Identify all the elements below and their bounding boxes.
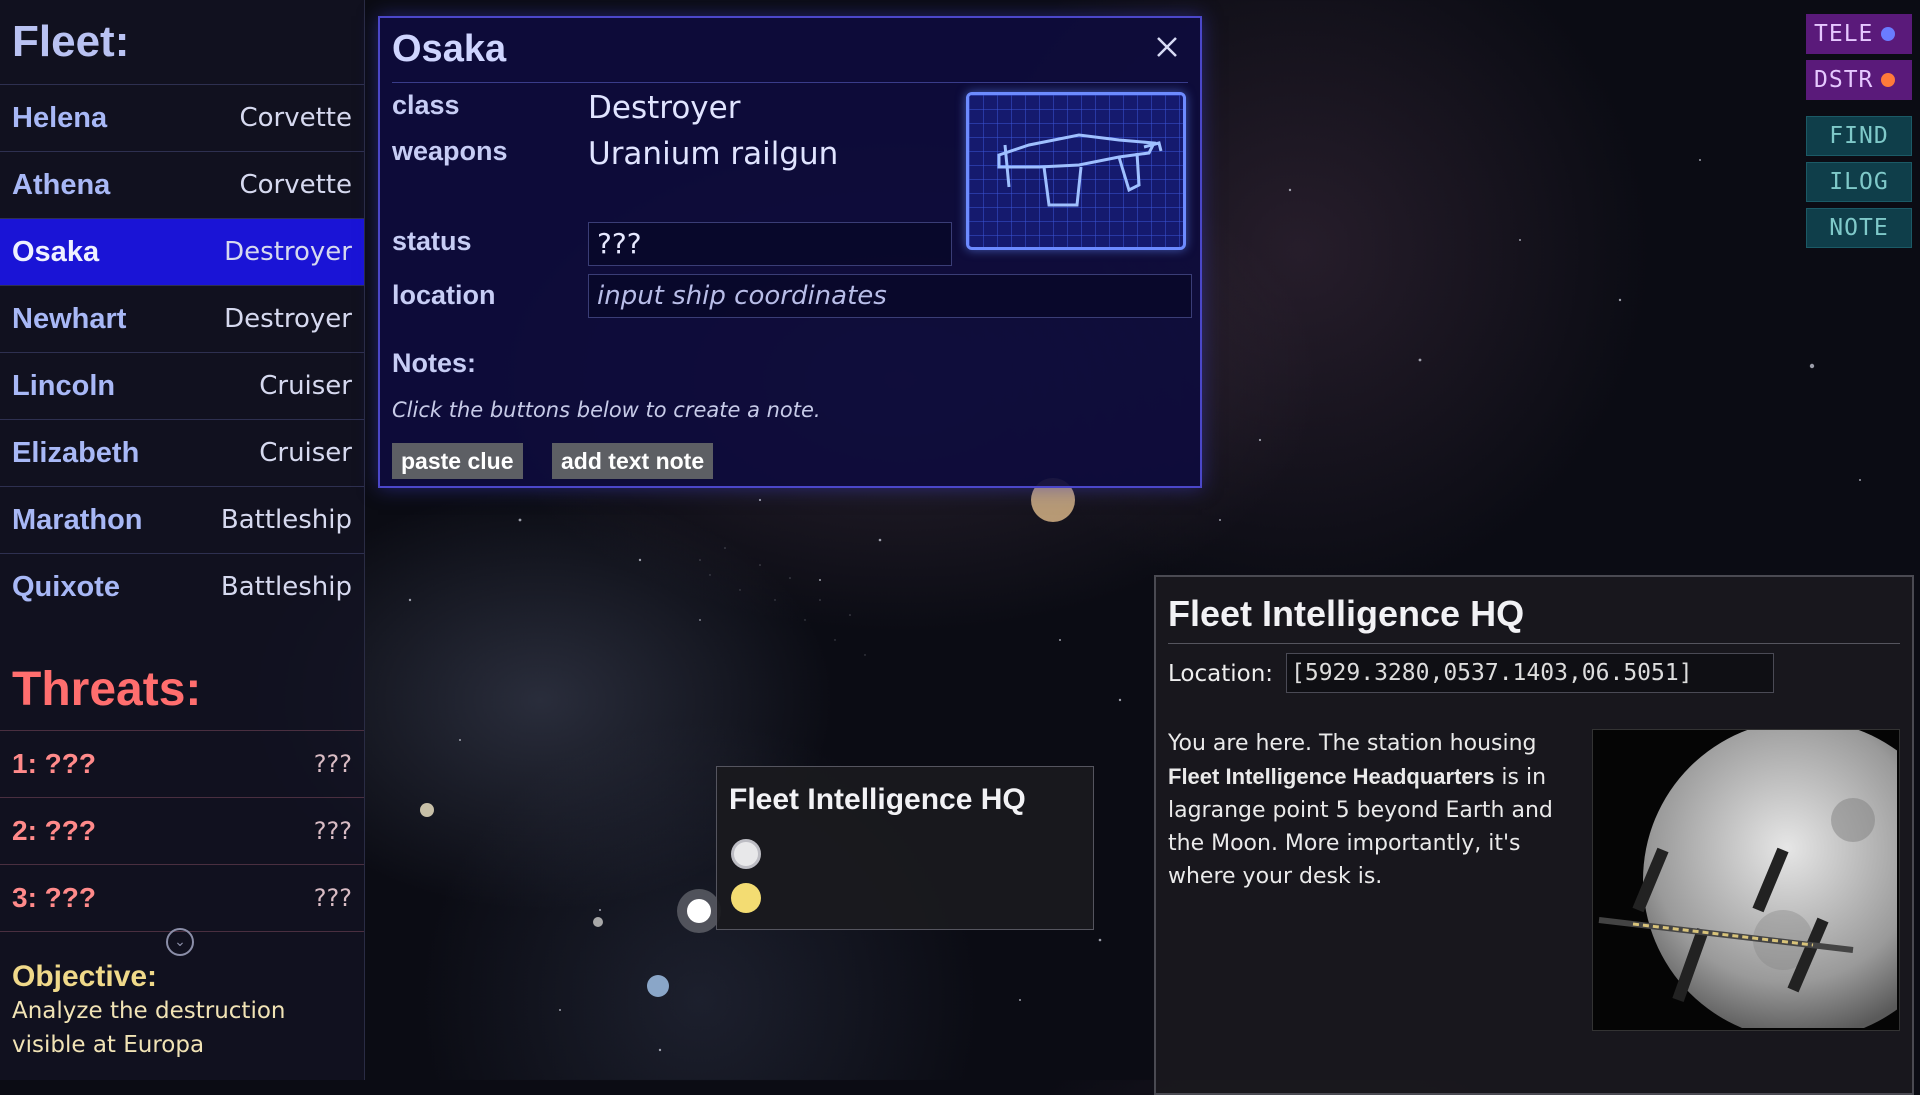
threat-value: ???	[313, 750, 352, 778]
fleet-title: Fleet:	[12, 17, 130, 66]
tele-button[interactable]: TELE	[1806, 14, 1912, 54]
status-input[interactable]: ???	[588, 222, 952, 266]
ship-details-dialog: Osaka class Destroyer weapons Uranium ra…	[378, 16, 1202, 488]
ship-class: Corvette	[239, 170, 352, 200]
status-label: status	[392, 226, 472, 256]
threat-item-2[interactable]: 2: ??? ???	[0, 797, 364, 864]
threat-value: ???	[313, 817, 352, 845]
add-text-note-button[interactable]: add text note	[552, 443, 714, 479]
ship-name: Newhart	[12, 302, 127, 335]
divider	[1168, 643, 1900, 644]
chevron-down-icon[interactable]: ⌄	[166, 928, 194, 956]
ilog-button[interactable]: ILOG	[1806, 162, 1912, 202]
station-image	[1592, 720, 1920, 1040]
weapons-value: Uranium railgun	[588, 136, 839, 172]
fleet-item-quixote[interactable]: Quixote Battleship	[0, 553, 364, 620]
objective-title: Objective:	[12, 960, 158, 993]
status-dot-icon	[1881, 27, 1896, 41]
tooltip-title: Fleet Intelligence HQ	[729, 783, 1026, 816]
ship-class: Destroyer	[224, 237, 352, 267]
ship-class: Corvette	[239, 103, 352, 133]
fleet-item-helena[interactable]: Helena Corvette	[0, 84, 364, 151]
fleet-item-elizabeth[interactable]: Elizabeth Cruiser	[0, 419, 364, 486]
threat-name: 2: ???	[12, 815, 96, 846]
threat-item-1[interactable]: 1: ??? ???	[0, 730, 364, 797]
ship-class: Cruiser	[259, 371, 352, 401]
objective-text: Analyze the destruction visible at Europ…	[12, 998, 286, 1058]
ship-blueprint-image	[966, 92, 1186, 250]
marker-white-dot-icon[interactable]	[731, 839, 761, 869]
class-label: class	[392, 90, 460, 120]
description-text: You are here. The station housing	[1168, 731, 1537, 756]
ship-name: Athena	[12, 168, 111, 201]
description-bold-text: Fleet Intelligence Headquarters	[1168, 764, 1495, 789]
dstr-label: DSTR	[1814, 67, 1874, 93]
ship-name: Marathon	[12, 503, 143, 536]
ship-name: Elizabeth	[12, 436, 140, 469]
ship-class: Battleship	[220, 572, 352, 602]
notes-label: Notes:	[392, 348, 477, 378]
ship-class: Battleship	[220, 505, 352, 535]
threat-name: 3: ???	[12, 882, 96, 913]
notes-hint: Click the buttons below to create a note…	[392, 398, 821, 422]
location-coordinates-field[interactable]: [5929.3280,0537.1403,06.5051]	[1286, 653, 1774, 693]
map-location-tooltip: Fleet Intelligence HQ	[716, 766, 1094, 930]
divider	[392, 82, 1188, 83]
close-icon[interactable]	[1152, 32, 1182, 62]
threat-list: 1: ??? ??? 2: ??? ??? 3: ??? ???	[0, 730, 364, 956]
objective-panel: Objective: Analyze the destruction visib…	[0, 960, 364, 1062]
dialog-title: Osaka	[392, 28, 507, 70]
fleet-item-osaka[interactable]: Osaka Destroyer	[0, 218, 364, 285]
location-input[interactable]: input ship coordinates	[588, 274, 1192, 318]
left-sidebar: Fleet: Helena Corvette Athena Corvette O…	[0, 0, 365, 1080]
threat-item-3[interactable]: 3: ??? ???	[0, 864, 364, 931]
marker-yellow-dot-icon[interactable]	[731, 883, 761, 913]
status-dot-icon	[1881, 73, 1896, 87]
location-label: location	[392, 280, 496, 310]
ship-name: Lincoln	[12, 369, 116, 402]
fleet-item-marathon[interactable]: Marathon Battleship	[0, 486, 364, 553]
planet-moon-marker	[687, 899, 711, 923]
find-button[interactable]: FIND	[1806, 116, 1912, 156]
threat-value: ???	[313, 884, 352, 912]
ship-class: Cruiser	[259, 438, 352, 468]
ship-name: Helena	[12, 101, 108, 134]
weapons-label: weapons	[392, 136, 508, 166]
location-info-panel: Fleet Intelligence HQ Location: [5929.32…	[1154, 575, 1920, 1095]
class-value: Destroyer	[588, 90, 741, 126]
location-description: You are here. The station housing Fleet …	[1168, 727, 1588, 893]
fleet-item-newhart[interactable]: Newhart Destroyer	[0, 285, 364, 352]
threats-title: Threats:	[12, 663, 202, 716]
ship-name: Quixote	[12, 570, 120, 603]
ship-class: Destroyer	[224, 304, 352, 334]
threat-name: 1: ???	[12, 748, 96, 779]
fleet-list: Helena Corvette Athena Corvette Osaka De…	[0, 84, 364, 620]
location-title: Fleet Intelligence HQ	[1168, 593, 1525, 634]
location-label: Location:	[1168, 661, 1274, 687]
ship-name: Osaka	[12, 235, 100, 268]
dstr-button[interactable]: DSTR	[1806, 60, 1912, 100]
fleet-item-athena[interactable]: Athena Corvette	[0, 151, 364, 218]
paste-clue-button[interactable]: paste clue	[392, 443, 523, 479]
fleet-item-lincoln[interactable]: Lincoln Cruiser	[0, 352, 364, 419]
note-button[interactable]: NOTE	[1806, 208, 1912, 248]
tele-label: TELE	[1814, 21, 1874, 47]
planet-earth	[647, 975, 669, 997]
